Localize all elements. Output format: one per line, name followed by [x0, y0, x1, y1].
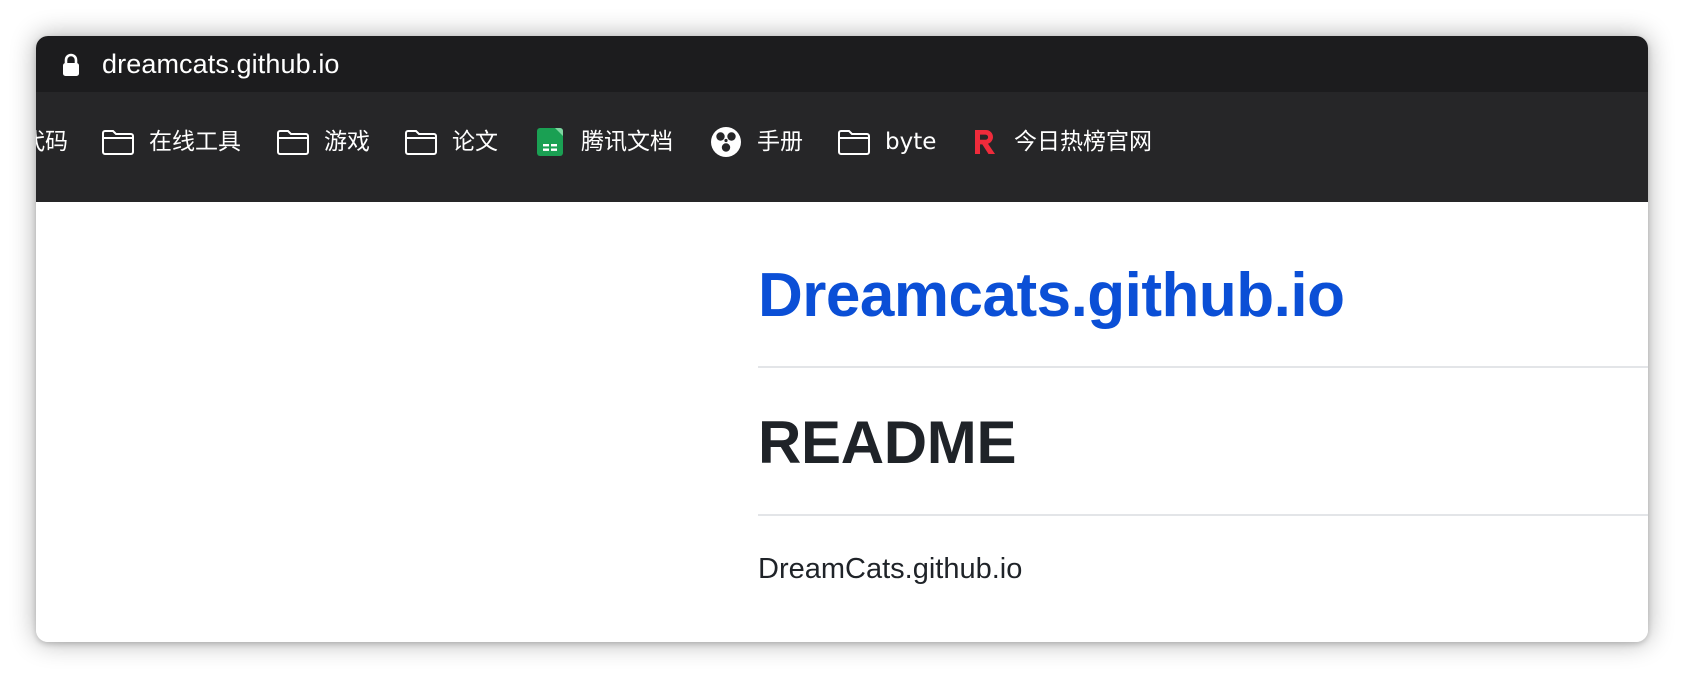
bookmark-label: 手册: [757, 129, 803, 155]
page-content: Dreamcats.github.io README DreamCats.git…: [36, 202, 1648, 642]
readme-paragraph: DreamCats.github.io: [758, 553, 1023, 585]
folder-icon: [837, 127, 871, 157]
bookmark-label: 在线工具: [149, 129, 241, 155]
bookmark-handbook[interactable]: 手册: [709, 125, 803, 159]
address-bar[interactable]: dreamcats.github.io: [36, 36, 1648, 92]
divider: [758, 366, 1648, 368]
folder-icon: [276, 127, 310, 157]
bookmark-papers[interactable]: 论文: [404, 125, 498, 159]
site-title-link[interactable]: Dreamcats.github.io: [758, 260, 1345, 332]
readme-heading: README: [758, 409, 1017, 476]
bookmark-code[interactable]: 代码: [36, 125, 68, 159]
bookmark-byte[interactable]: byte: [837, 125, 936, 159]
bookmark-label: byte: [885, 129, 937, 155]
browser-window: dreamcats.github.io 代码 在线工具 游戏: [36, 36, 1648, 642]
bookmark-label: 腾讯文档: [581, 129, 673, 155]
folder-icon: [101, 127, 135, 157]
rebang-logo-icon: [968, 127, 1002, 157]
bookmark-games[interactable]: 游戏: [276, 125, 370, 159]
bookmarks-bar: 代码 在线工具 游戏: [36, 92, 1648, 202]
lock-icon: [63, 53, 79, 76]
bookmark-label: 今日热榜官网: [1014, 129, 1152, 155]
bookmark-label: 论文: [452, 129, 498, 155]
folder-icon: [404, 127, 438, 157]
tencent-docs-icon: [533, 127, 567, 157]
bookmark-tencent-docs[interactable]: 腾讯文档: [533, 125, 673, 159]
url-text[interactable]: dreamcats.github.io: [102, 48, 340, 80]
bookmark-rebang[interactable]: 今日热榜官网: [968, 125, 1152, 159]
bookmark-online-tools[interactable]: 在线工具: [101, 125, 241, 159]
bookmark-label: 代码: [36, 129, 68, 155]
handbook-icon: [709, 127, 743, 157]
bookmark-label: 游戏: [324, 129, 370, 155]
divider: [758, 514, 1648, 516]
